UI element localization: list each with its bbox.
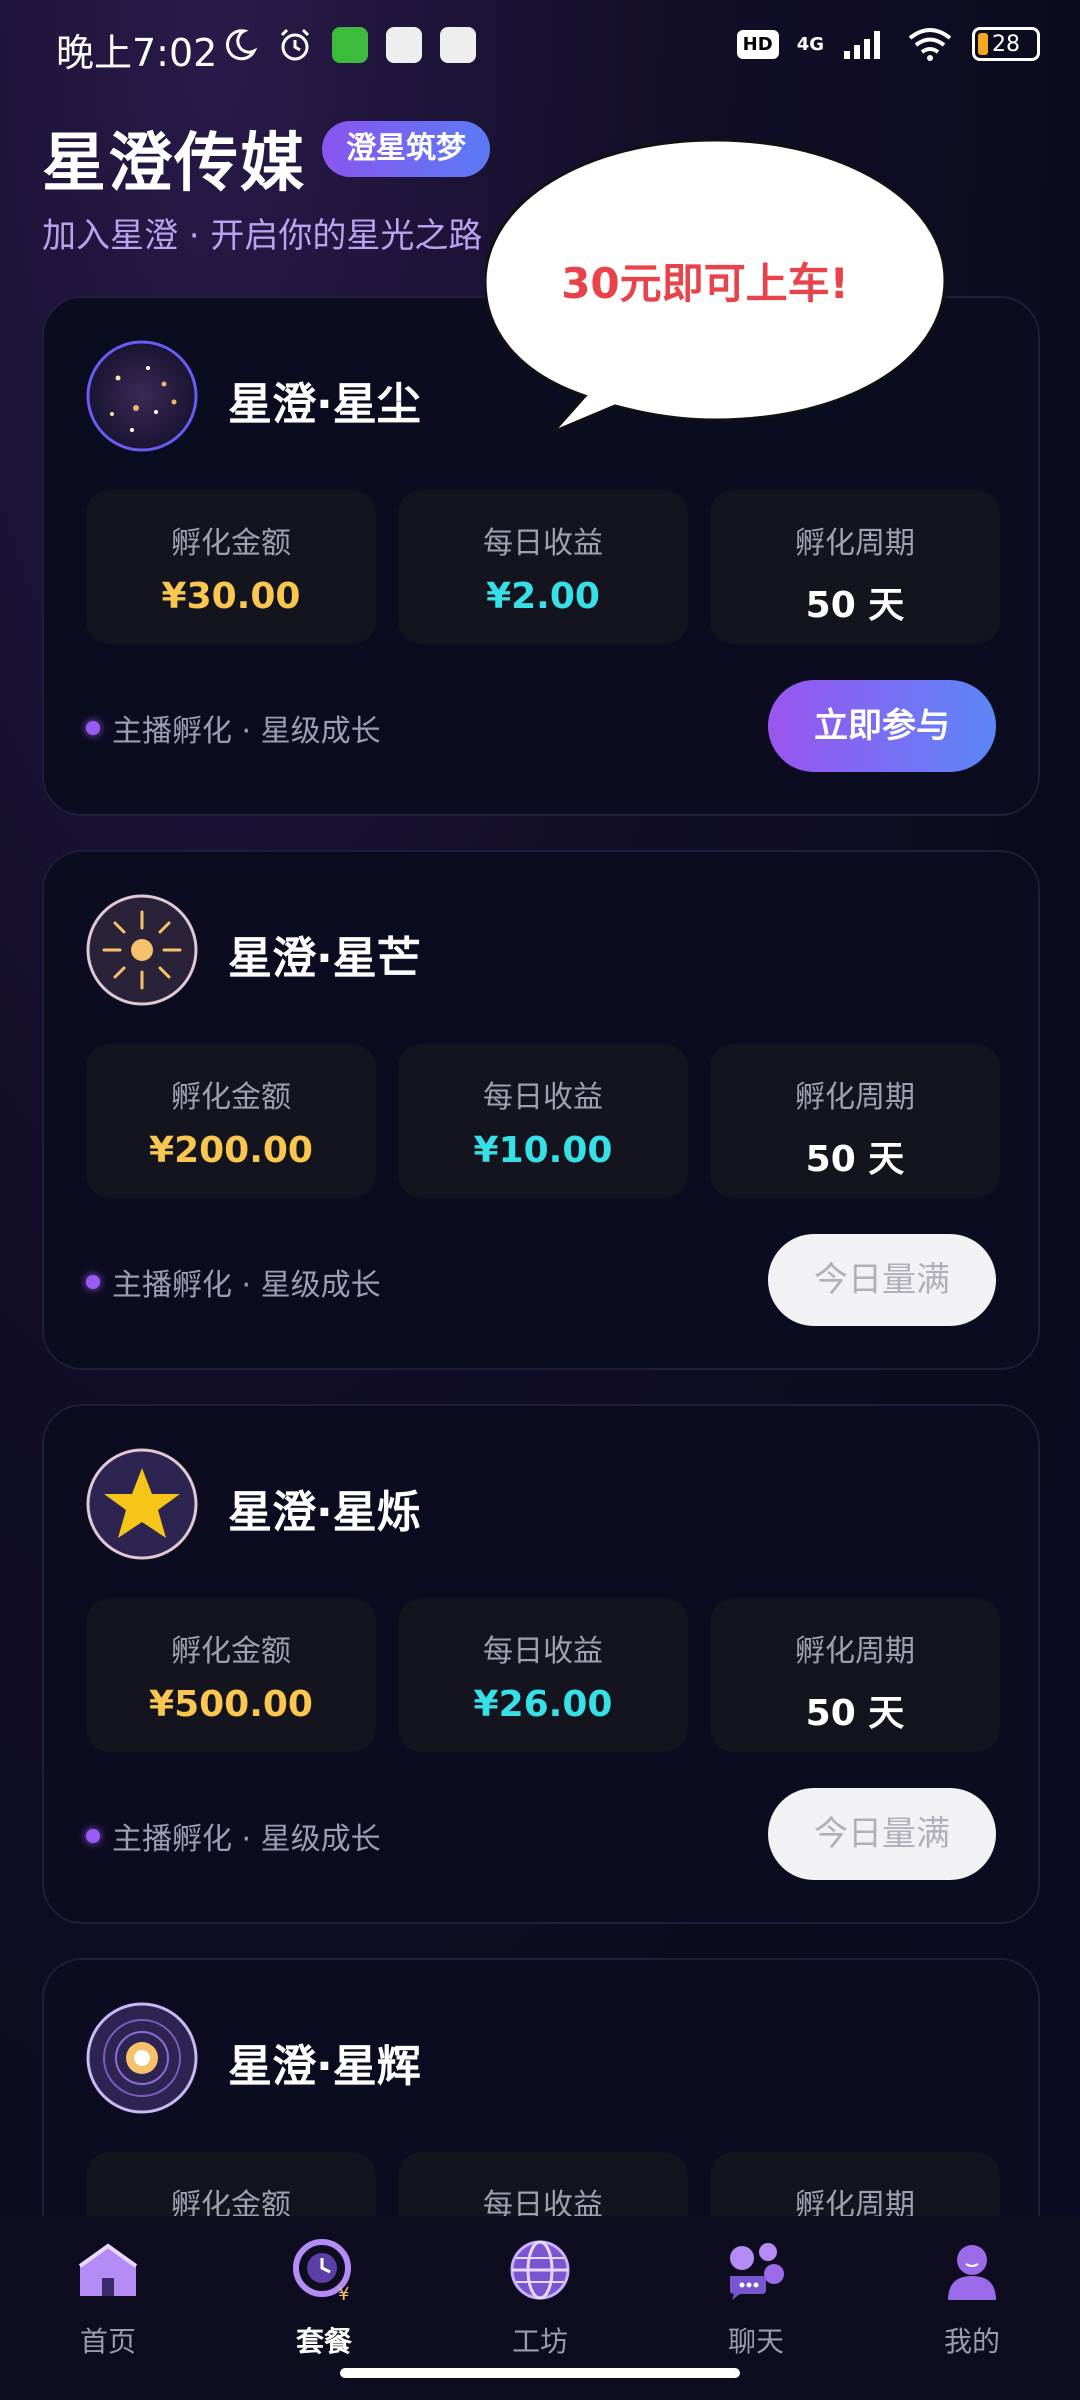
stat-label: 孵化金额 bbox=[171, 526, 291, 561]
package-name: 星澄·星尘 bbox=[228, 379, 421, 430]
nav-label: 聊天 bbox=[727, 2325, 784, 2358]
wifi-icon bbox=[908, 28, 952, 61]
nav-label: 工坊 bbox=[511, 2325, 568, 2358]
stat-label: 孵化周期 bbox=[795, 526, 915, 561]
moon-icon bbox=[225, 29, 258, 61]
stat-value: 50 天 bbox=[805, 1693, 905, 1734]
network-label: 4G bbox=[796, 33, 824, 55]
stat-amount: 孵化金额 ¥500.00 bbox=[86, 1598, 376, 1752]
alarm-icon bbox=[280, 28, 310, 61]
card-footer: 主播孵化 · 星级成长 bbox=[86, 1814, 381, 1858]
stat-value: ¥500.00 bbox=[149, 1684, 313, 1725]
status-notification-icons bbox=[222, 26, 476, 64]
page-title: 星澄传媒 bbox=[42, 127, 306, 201]
stat-cycle: 孵化周期 50 天 bbox=[710, 490, 1000, 644]
stat-value: ¥10.00 bbox=[473, 1130, 613, 1171]
stat-cycle: 孵化周期 50 天 bbox=[710, 1044, 1000, 1198]
star-avatar-icon bbox=[86, 1448, 198, 1560]
bullet-dot bbox=[86, 721, 100, 735]
stat-value: 50 天 bbox=[805, 1139, 905, 1180]
stat-value: ¥30.00 bbox=[161, 576, 301, 617]
package-name: 星澄·星烁 bbox=[228, 1487, 421, 1538]
bullet-dot bbox=[86, 1275, 100, 1289]
chat-icon bbox=[730, 2243, 784, 2300]
package-card: 星澄·星芒 孵化金额 ¥200.00 每日收益 ¥10.00 孵化周期 50 天… bbox=[42, 850, 1040, 1370]
card-footer: 主播孵化 · 星级成长 bbox=[86, 706, 381, 750]
quota-full-button[interactable]: 今日量满 bbox=[768, 1788, 996, 1880]
stat-value: ¥200.00 bbox=[149, 1130, 313, 1171]
package-name: 星澄·星辉 bbox=[228, 2041, 421, 2092]
app-notification-icon bbox=[386, 27, 422, 63]
footer-text: 主播孵化 · 星级成长 bbox=[112, 1268, 381, 1303]
stat-value: 50 天 bbox=[805, 585, 905, 626]
home-icon bbox=[78, 2243, 138, 2296]
stat-daily: 每日收益 ¥10.00 bbox=[398, 1044, 688, 1198]
stat-label: 孵化周期 bbox=[795, 1634, 915, 1669]
footer-text: 主播孵化 · 星级成长 bbox=[112, 1822, 381, 1857]
package-name: 星澄·星芒 bbox=[228, 933, 421, 984]
stardust-avatar-icon bbox=[86, 340, 198, 452]
app-notification-icon bbox=[440, 27, 476, 63]
battery-icon: 28 bbox=[972, 27, 1040, 61]
stat-label: 每日收益 bbox=[483, 1634, 603, 1669]
nav-item-package[interactable]: ¥ 套餐 bbox=[254, 2236, 394, 2360]
nav-item-profile[interactable]: 我的 bbox=[902, 2236, 1042, 2360]
app-notification-icon bbox=[332, 27, 368, 63]
glow-avatar-icon bbox=[86, 2002, 198, 2114]
sunburst-avatar-icon bbox=[86, 894, 198, 1006]
stat-value: ¥26.00 bbox=[473, 1684, 613, 1725]
stat-label: 孵化金额 bbox=[171, 1634, 291, 1669]
svg-text:¥: ¥ bbox=[338, 2284, 349, 2304]
stat-daily: 每日收益 ¥26.00 bbox=[398, 1598, 688, 1752]
stat-label: 孵化金额 bbox=[171, 1080, 291, 1115]
stat-amount: 孵化金额 ¥200.00 bbox=[86, 1044, 376, 1198]
nav-item-home[interactable]: 首页 bbox=[38, 2236, 178, 2360]
globe-icon bbox=[510, 2240, 570, 2300]
stat-label: 孵化周期 bbox=[795, 1080, 915, 1115]
package-card: 星澄·星烁 孵化金额 ¥500.00 每日收益 ¥26.00 孵化周期 50 天… bbox=[42, 1404, 1040, 1924]
stat-cycle: 孵化周期 50 天 bbox=[710, 1598, 1000, 1752]
speech-bubble-text: 30元即可上车! bbox=[561, 259, 849, 308]
stat-label: 每日收益 bbox=[483, 526, 603, 561]
hd-icon: HD bbox=[736, 29, 779, 59]
stat-value: ¥2.00 bbox=[486, 576, 600, 617]
stat-label: 每日收益 bbox=[483, 1080, 603, 1115]
nav-item-workshop[interactable]: 工坊 bbox=[470, 2236, 610, 2360]
brand-tag-badge: 澄星筑梦 bbox=[322, 121, 490, 177]
nav-label: 套餐 bbox=[295, 2325, 352, 2358]
bullet-dot bbox=[86, 1829, 100, 1843]
footer-text: 主播孵化 · 星级成长 bbox=[112, 714, 381, 749]
package-icon: ¥ bbox=[293, 2239, 351, 2305]
stat-daily: 每日收益 ¥2.00 bbox=[398, 490, 688, 644]
status-time: 晚上7:02 bbox=[56, 31, 218, 75]
card-footer: 主播孵化 · 星级成长 bbox=[86, 1260, 381, 1304]
nav-label: 我的 bbox=[943, 2325, 1000, 2358]
join-button[interactable]: 立即参与 bbox=[768, 680, 996, 772]
status-bar: 晚上7:02 HD 4G 28 bbox=[0, 0, 1080, 96]
package-card: 星澄·星辉 孵化金额 每日收益 孵化周期 bbox=[42, 1958, 1040, 2306]
nav-label: 首页 bbox=[79, 2325, 136, 2358]
profile-icon bbox=[948, 2245, 996, 2300]
stat-amount: 孵化金额 ¥30.00 bbox=[86, 490, 376, 644]
home-indicator[interactable] bbox=[340, 2368, 740, 2378]
page-subtitle: 加入星澄 · 开启你的星光之路 bbox=[42, 216, 483, 256]
status-system-icons: HD 4G 28 bbox=[736, 26, 1040, 62]
signal-icon bbox=[844, 31, 880, 59]
quota-full-button[interactable]: 今日量满 bbox=[768, 1234, 996, 1326]
nav-item-chat[interactable]: 聊天 bbox=[686, 2236, 826, 2360]
